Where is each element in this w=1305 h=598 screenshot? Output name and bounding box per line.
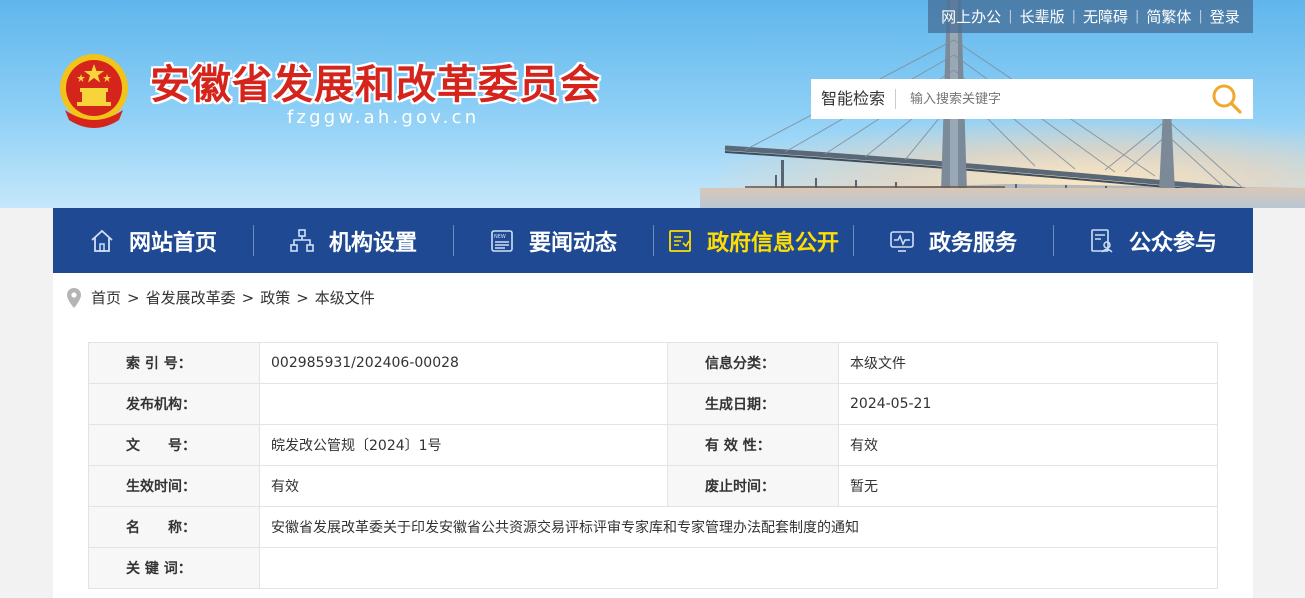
nav-item-participation[interactable]: 公众参与 (1053, 208, 1253, 273)
site-title: 安徽省发展和改革委员会 (150, 61, 601, 108)
table-row: 索 引 号： 002985931/202406-00028 信息分类： 本级文件 (88, 342, 1218, 384)
top-link-online-office[interactable]: 网上办公 (934, 6, 1008, 27)
publisher-label: 发布机构： (88, 383, 260, 425)
document-number-label: 文 号： (88, 424, 260, 466)
nav-label: 机构设置 (328, 230, 417, 256)
table-row: 发布机构： 生成日期： 2024-05-21 (88, 383, 1218, 425)
table-row: 文 号： 皖发改公管规〔2024〕1号 有 效 性： 有效 (88, 424, 1218, 466)
search-icon[interactable] (1211, 83, 1243, 115)
document-info-table: 索 引 号： 002985931/202406-00028 信息分类： 本级文件… (88, 342, 1218, 589)
info-open-icon (669, 229, 691, 252)
nav-label: 公众参与 (1128, 230, 1217, 256)
breadcrumb-home[interactable]: 首页 (91, 287, 121, 308)
date-label: 生成日期： (667, 383, 839, 425)
top-links-bar: 网上办公 | 长辈版 | 无障碍 | 简繁体 | 登录 (928, 0, 1253, 33)
table-row: 关 键 词： (88, 547, 1218, 589)
top-link-simplified-traditional[interactable]: 简繁体 (1139, 6, 1198, 27)
top-link-login[interactable]: 登录 (1203, 6, 1247, 27)
nav-label: 政府信息公开 (706, 230, 839, 256)
location-pin-icon (67, 287, 81, 308)
home-icon (91, 229, 113, 252)
nav-item-home[interactable]: 网站首页 (53, 208, 253, 273)
search-input[interactable] (896, 90, 1203, 108)
main-content: 首页 > 省发展改革委 > 政策 > 本级文件 索 引 号： 002985931… (53, 273, 1253, 598)
breadcrumb-separator: > (296, 288, 309, 307)
search-box: 智能检索 (811, 79, 1253, 119)
main-nav: 网站首页 机构设置 NEW 要闻动态 政府信息公开 政务服务 公众参与 (53, 208, 1253, 273)
effective-time-value: 有效 (259, 465, 668, 507)
breadcrumb-policy[interactable]: 政策 (260, 287, 290, 308)
site-domain: fzggw.ah.gov.cn (287, 107, 480, 128)
national-emblem-logo (60, 54, 128, 128)
keywords-value (259, 547, 1218, 589)
search-label: 智能检索 (811, 89, 897, 109)
category-label: 信息分类： (667, 342, 839, 384)
validity-label: 有 效 性： (667, 424, 839, 466)
news-icon: NEW (491, 229, 513, 252)
nav-item-services[interactable]: 政务服务 (853, 208, 1053, 273)
top-link-accessibility[interactable]: 无障碍 (1076, 6, 1135, 27)
category-value: 本级文件 (838, 342, 1218, 384)
document-number-value: 皖发改公管规〔2024〕1号 (259, 424, 668, 466)
participation-icon (1091, 228, 1113, 253)
table-row: 生效时间： 有效 废止时间： 暂无 (88, 465, 1218, 507)
nav-item-news[interactable]: NEW 要闻动态 (453, 208, 653, 273)
abolish-time-value: 暂无 (838, 465, 1218, 507)
breadcrumb-separator: > (241, 288, 255, 307)
document-name-label: 名 称： (88, 506, 260, 548)
keywords-label: 关 键 词： (88, 547, 260, 589)
index-number-value: 002985931/202406-00028 (259, 342, 668, 384)
breadcrumb: 首页 > 省发展改革委 > 政策 > 本级文件 (67, 287, 375, 308)
nav-label: 网站首页 (128, 230, 217, 256)
breadcrumb-separator: > (127, 288, 140, 307)
document-name-value: 安徽省发展改革委关于印发安徽省公共资源交易评标评审专家库和专家管理办法配套制度的… (259, 506, 1218, 548)
monitor-icon (890, 230, 914, 252)
index-number-label: 索 引 号： (88, 342, 260, 384)
breadcrumb-ndrc[interactable]: 省发展改革委 (146, 287, 236, 308)
nav-item-organization[interactable]: 机构设置 (253, 208, 453, 273)
nav-label: 政务服务 (928, 230, 1017, 256)
top-link-elder-version[interactable]: 长辈版 (1013, 6, 1072, 27)
date-value: 2024-05-21 (838, 383, 1218, 425)
table-row: 名 称： 安徽省发展改革委关于印发安徽省公共资源交易评标评审专家库和专家管理办法… (88, 506, 1218, 548)
effective-time-label: 生效时间： (88, 465, 260, 507)
nav-item-government-info[interactable]: 政府信息公开 (653, 208, 853, 273)
org-chart-icon (290, 228, 314, 252)
river-water (700, 188, 1305, 208)
publisher-value (259, 383, 668, 425)
svg-text:NEW: NEW (494, 234, 506, 240)
nav-label: 要闻动态 (528, 230, 617, 256)
abolish-time-label: 废止时间： (667, 465, 839, 507)
breadcrumb-current[interactable]: 本级文件 (315, 287, 375, 308)
validity-value: 有效 (838, 424, 1218, 466)
